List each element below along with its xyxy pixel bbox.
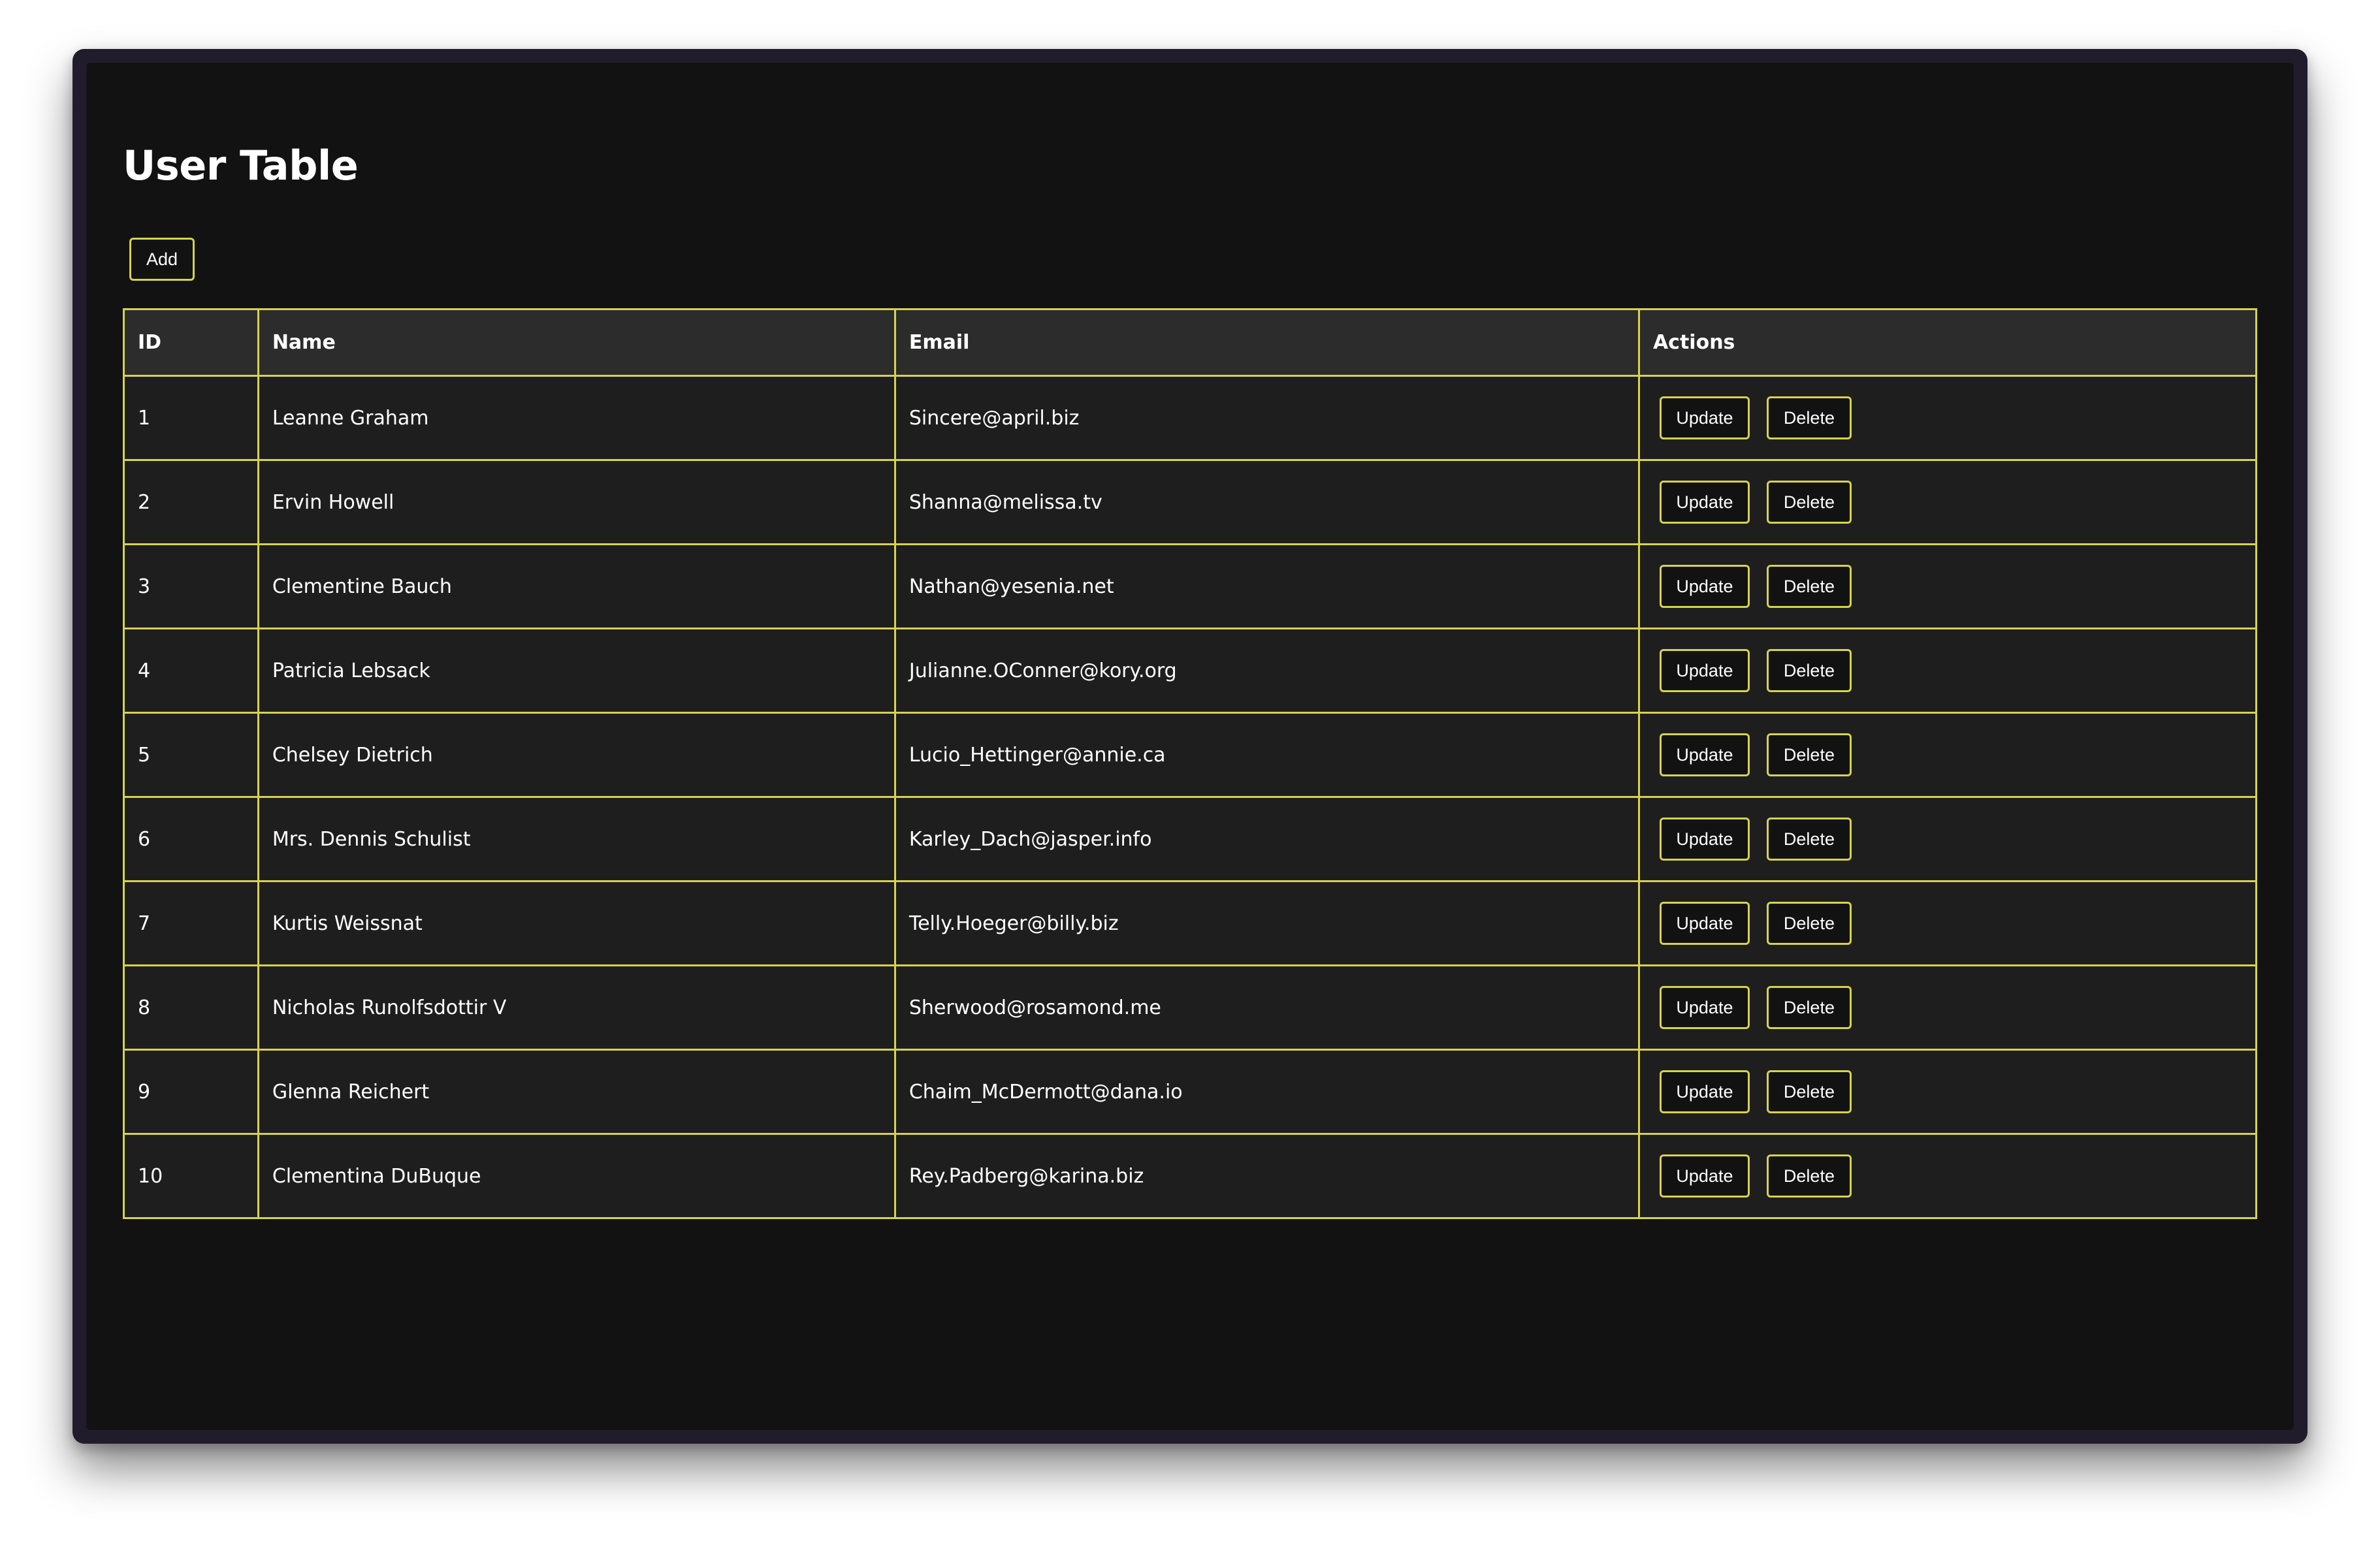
update-button[interactable]: Update xyxy=(1659,986,1750,1029)
update-button[interactable]: Update xyxy=(1659,902,1750,945)
cell-email: Telly.Hoeger@billy.biz xyxy=(893,880,1640,966)
app-screen: User Table Add ID Name Email Actions 1 L… xyxy=(86,63,2294,1430)
cell-email: Sincere@april.biz xyxy=(893,375,1640,461)
add-user-button[interactable]: Add xyxy=(129,238,195,281)
cell-email: Karley_Dach@jasper.info xyxy=(893,796,1640,882)
delete-button[interactable]: Delete xyxy=(1766,565,1852,608)
cell-id: 9 xyxy=(123,1049,259,1135)
cell-email: Lucio_Hettinger@annie.ca xyxy=(893,712,1640,798)
update-button[interactable]: Update xyxy=(1659,396,1750,439)
update-button[interactable]: Update xyxy=(1659,733,1750,776)
cell-name: Chelsey Dietrich xyxy=(257,712,896,798)
cell-id: 4 xyxy=(123,628,259,714)
column-header-actions: Actions xyxy=(1637,308,2258,377)
cell-name: Mrs. Dennis Schulist xyxy=(257,796,896,882)
cell-actions: Update Delete xyxy=(1637,1049,2258,1135)
delete-button[interactable]: Delete xyxy=(1766,1070,1852,1113)
update-button[interactable]: Update xyxy=(1659,565,1750,608)
cell-actions: Update Delete xyxy=(1637,880,2258,966)
delete-button[interactable]: Delete xyxy=(1766,902,1852,945)
cell-actions: Update Delete xyxy=(1637,964,2258,1051)
cell-email: Shanna@melissa.tv xyxy=(893,459,1640,545)
table-row: 3 Clementine Bauch Nathan@yesenia.net Up… xyxy=(123,543,2258,629)
table-row: 1 Leanne Graham Sincere@april.biz Update… xyxy=(123,375,2258,461)
table-header-row: ID Name Email Actions xyxy=(123,308,2258,377)
cell-name: Clementine Bauch xyxy=(257,543,896,629)
table-row: 5 Chelsey Dietrich Lucio_Hettinger@annie… xyxy=(123,712,2258,798)
table-row: 8 Nicholas Runolfsdottir V Sherwood@rosa… xyxy=(123,964,2258,1051)
table-row: 7 Kurtis Weissnat Telly.Hoeger@billy.biz… xyxy=(123,880,2258,966)
cell-name: Clementina DuBuque xyxy=(257,1133,896,1219)
cell-id: 8 xyxy=(123,964,259,1051)
cell-actions: Update Delete xyxy=(1637,1133,2258,1219)
cell-id: 10 xyxy=(123,1133,259,1219)
cell-actions: Update Delete xyxy=(1637,628,2258,714)
update-button[interactable]: Update xyxy=(1659,649,1750,692)
cell-name: Ervin Howell xyxy=(257,459,896,545)
column-header-id: ID xyxy=(123,308,259,377)
delete-button[interactable]: Delete xyxy=(1766,1154,1852,1198)
page-title: User Table xyxy=(123,142,359,189)
cell-actions: Update Delete xyxy=(1637,375,2258,461)
cell-id: 1 xyxy=(123,375,259,461)
cell-name: Patricia Lebsack xyxy=(257,628,896,714)
update-button[interactable]: Update xyxy=(1659,1070,1750,1113)
column-header-name: Name xyxy=(257,308,896,377)
cell-name: Nicholas Runolfsdottir V xyxy=(257,964,896,1051)
user-table: ID Name Email Actions 1 Leanne Graham Si… xyxy=(123,308,2258,1219)
delete-button[interactable]: Delete xyxy=(1766,986,1852,1029)
cell-actions: Update Delete xyxy=(1637,712,2258,798)
cell-name: Glenna Reichert xyxy=(257,1049,896,1135)
column-header-email: Email xyxy=(893,308,1640,377)
cell-id: 5 xyxy=(123,712,259,798)
update-button[interactable]: Update xyxy=(1659,818,1750,861)
cell-name: Leanne Graham xyxy=(257,375,896,461)
cell-id: 6 xyxy=(123,796,259,882)
cell-name: Kurtis Weissnat xyxy=(257,880,896,966)
cell-id: 2 xyxy=(123,459,259,545)
update-button[interactable]: Update xyxy=(1659,1154,1750,1198)
table-row: 10 Clementina DuBuque Rey.Padberg@karina… xyxy=(123,1133,2258,1219)
cell-email: Nathan@yesenia.net xyxy=(893,543,1640,629)
cell-email: Rey.Padberg@karina.biz xyxy=(893,1133,1640,1219)
table-row: 4 Patricia Lebsack Julianne.OConner@kory… xyxy=(123,628,2258,714)
cell-email: Julianne.OConner@kory.org xyxy=(893,628,1640,714)
delete-button[interactable]: Delete xyxy=(1766,733,1852,776)
table-body: 1 Leanne Graham Sincere@april.biz Update… xyxy=(123,375,2258,1219)
delete-button[interactable]: Delete xyxy=(1766,481,1852,524)
delete-button[interactable]: Delete xyxy=(1766,818,1852,861)
cell-email: Chaim_McDermott@dana.io xyxy=(893,1049,1640,1135)
cell-actions: Update Delete xyxy=(1637,459,2258,545)
table-row: 6 Mrs. Dennis Schulist Karley_Dach@jaspe… xyxy=(123,796,2258,882)
cell-actions: Update Delete xyxy=(1637,796,2258,882)
cell-actions: Update Delete xyxy=(1637,543,2258,629)
table-row: 9 Glenna Reichert Chaim_McDermott@dana.i… xyxy=(123,1049,2258,1135)
update-button[interactable]: Update xyxy=(1659,481,1750,524)
delete-button[interactable]: Delete xyxy=(1766,649,1852,692)
cell-id: 7 xyxy=(123,880,259,966)
cell-id: 3 xyxy=(123,543,259,629)
cell-email: Sherwood@rosamond.me xyxy=(893,964,1640,1051)
delete-button[interactable]: Delete xyxy=(1766,396,1852,439)
table-row: 2 Ervin Howell Shanna@melissa.tv Update D… xyxy=(123,459,2258,545)
